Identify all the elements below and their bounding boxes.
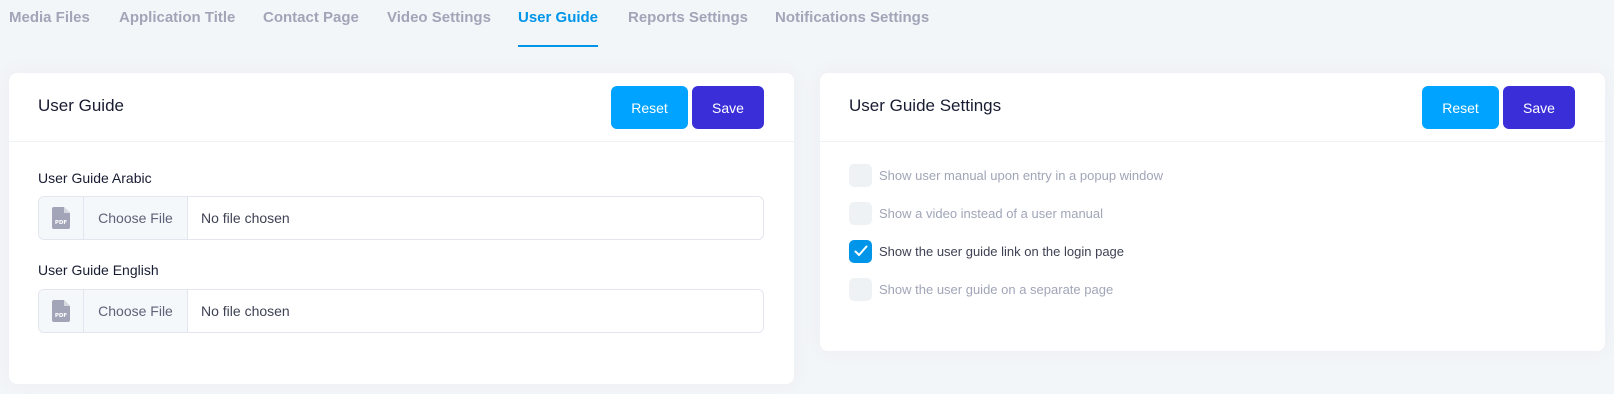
checkbox[interactable] [849, 201, 872, 225]
card-title: User Guide [38, 96, 124, 115]
reset-button[interactable]: Reset [1422, 86, 1499, 129]
tab-media-files[interactable]: Media Files [9, 0, 90, 47]
user-guide-english-label: User Guide English [38, 262, 159, 278]
option-label: Show a video instead of a user manual [879, 205, 1104, 221]
checkbox[interactable] [849, 163, 872, 187]
checkbox[interactable] [849, 239, 872, 263]
user-guide-settings-card: User Guide Settings Reset Save Show user… [820, 73, 1605, 351]
svg-text:PDF: PDF [55, 220, 68, 226]
card-title: User Guide Settings [849, 96, 1002, 115]
checkmark-icon [854, 245, 867, 256]
settings-tabs: Media Files Application Title Contact Pa… [0, 0, 1614, 47]
option-separate-page[interactable]: Show the user guide on a separate page [849, 277, 1113, 301]
choose-file-button[interactable]: Choose File [84, 197, 188, 239]
tab-application-title[interactable]: Application Title [119, 0, 235, 47]
tab-user-guide[interactable]: User Guide [518, 0, 599, 47]
option-login-page-link[interactable]: Show the user guide link on the login pa… [849, 239, 1124, 263]
user-guide-card: User Guide Reset Save User Guide Arabic … [9, 73, 794, 384]
tab-video-settings[interactable]: Video Settings [387, 0, 491, 47]
reset-button[interactable]: Reset [611, 86, 688, 129]
user-guide-arabic-label: User Guide Arabic [38, 170, 152, 186]
option-popup-manual[interactable]: Show user manual upon entry in a popup w… [849, 163, 1163, 187]
card-header: User Guide Settings Reset Save [820, 73, 1605, 142]
file-status: No file chosen [201, 210, 290, 226]
pdf-file-icon: PDF [39, 290, 84, 332]
tab-reports-settings[interactable]: Reports Settings [628, 0, 748, 47]
file-status: No file chosen [201, 303, 290, 319]
checkbox[interactable] [849, 277, 872, 301]
option-label: Show the user guide on a separate page [879, 281, 1114, 297]
svg-text:PDF: PDF [55, 313, 68, 319]
user-guide-english-file-input[interactable]: PDF Choose File No file chosen [38, 289, 764, 333]
tab-contact-page[interactable]: Contact Page [263, 0, 359, 47]
choose-file-button[interactable]: Choose File [84, 290, 188, 332]
option-label: Show the user guide link on the login pa… [879, 243, 1125, 259]
user-guide-arabic-file-input[interactable]: PDF Choose File No file chosen [38, 196, 764, 240]
save-button[interactable]: Save [1503, 86, 1575, 129]
save-button[interactable]: Save [692, 86, 764, 129]
option-label: Show user manual upon entry in a popup w… [879, 167, 1164, 183]
tab-notifications-settings[interactable]: Notifications Settings [775, 0, 929, 47]
card-header: User Guide Reset Save [9, 73, 794, 142]
pdf-file-icon: PDF [39, 197, 84, 239]
option-video-instead[interactable]: Show a video instead of a user manual [849, 201, 1103, 225]
